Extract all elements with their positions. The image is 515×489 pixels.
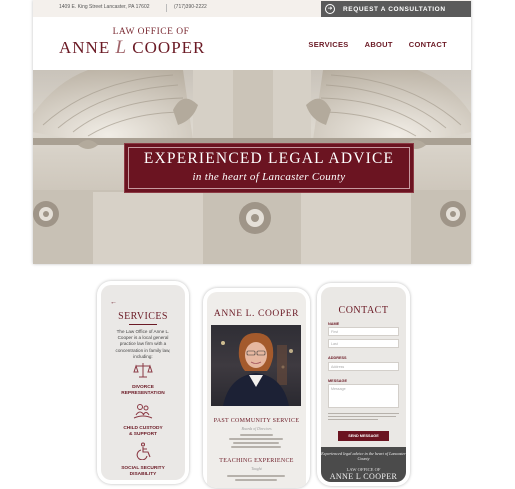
footer-tagline: Experienced legal advice in the heart of… bbox=[321, 451, 406, 462]
services-description: The Law Office of Anne L. Cooper is a lo… bbox=[115, 329, 171, 359]
nav-about[interactable]: ABOUT bbox=[365, 40, 393, 49]
logo-initial: L bbox=[115, 37, 128, 58]
service-disability-label-2: DISABILITY bbox=[129, 472, 157, 477]
community-text bbox=[240, 434, 273, 436]
wheelchair-icon bbox=[101, 442, 185, 464]
teaching-heading: TEACHING EXPERIENCE bbox=[219, 458, 294, 464]
community-text bbox=[233, 442, 279, 444]
phone-services-mockup: ← SERVICES The Law Office of Anne L. Coo… bbox=[97, 281, 189, 484]
community-heading: PAST COMMUNITY SERVICE bbox=[213, 418, 300, 424]
office-phone[interactable]: (717)390-2222 bbox=[174, 4, 207, 10]
message-placeholder: Message bbox=[331, 387, 346, 391]
footer-logo-line2: ANNE L COOPER bbox=[329, 472, 398, 481]
service-divorce-label-2: REPRESENTATION bbox=[121, 391, 165, 396]
service-custody-label-2: & SUPPORT bbox=[129, 432, 157, 437]
address-placeholder: Address bbox=[331, 365, 345, 369]
services-title: SERVICES bbox=[118, 311, 168, 322]
logo-last: COOPER bbox=[132, 38, 206, 57]
office-address: 1409 E. King Street Lancaster, PA 17602 bbox=[59, 4, 150, 10]
community-text bbox=[229, 438, 283, 440]
first-name-placeholder: First bbox=[331, 330, 338, 334]
teaching-text bbox=[235, 479, 277, 481]
teaching-subheading: Taught bbox=[251, 467, 262, 471]
back-arrow-icon[interactable]: ← bbox=[110, 299, 117, 306]
address-field[interactable]: Address bbox=[328, 362, 399, 371]
site-header: LAW OFFICE OF ANNE L COOPER SERVICES ABO… bbox=[33, 17, 471, 70]
logo-line1: LAW OFFICE OF bbox=[112, 27, 190, 37]
site-logo[interactable]: ANNE L COOPER bbox=[59, 37, 205, 59]
service-divorce[interactable]: DIVORCE REPRESENTATION bbox=[101, 361, 185, 397]
community-text bbox=[231, 446, 281, 448]
request-consultation-label: REQUEST A CONSULTATION bbox=[343, 5, 446, 13]
message-label: MESSAGE bbox=[328, 379, 347, 383]
disclaimer-text bbox=[328, 419, 378, 421]
send-message-button[interactable]: SEND MESSAGE bbox=[338, 431, 389, 441]
phone-about-mockup: ANNE L. COOPER PAST COMMUNITY SERVICE Bo… bbox=[203, 288, 310, 488]
service-disability[interactable]: SOCIAL SECURITY DISABILITY bbox=[101, 442, 185, 478]
teaching-text bbox=[227, 475, 285, 477]
address-label: ADDRESS bbox=[328, 356, 347, 360]
logo-first: ANNE bbox=[59, 38, 111, 57]
top-bar: 1409 E. King Street Lancaster, PA 17602 … bbox=[33, 0, 471, 17]
hero-banner: EXPERIENCED LEGAL ADVICE in the heart of… bbox=[124, 143, 414, 193]
scales-heart-icon bbox=[101, 361, 185, 383]
nav-services[interactable]: SERVICES bbox=[308, 40, 348, 49]
desktop-mockup: 1409 E. King Street Lancaster, PA 17602 … bbox=[33, 0, 471, 264]
services-screen: ← SERVICES The Law Office of Anne L. Coo… bbox=[101, 285, 185, 480]
disclaimer-text bbox=[328, 416, 396, 418]
contact-screen: CONTACT NAME First Last ADDRESS Address … bbox=[321, 287, 406, 482]
phone-contact-mockup: CONTACT NAME First Last ADDRESS Address … bbox=[317, 283, 410, 486]
contact-footer: Experienced legal advice in the heart of… bbox=[321, 447, 406, 482]
first-name-field[interactable]: First bbox=[328, 327, 399, 336]
nav-contact[interactable]: CONTACT bbox=[409, 40, 447, 49]
service-custody[interactable]: CHILD CUSTODY & SUPPORT bbox=[101, 402, 185, 438]
topbar-divider bbox=[166, 4, 167, 12]
hero-title: EXPERIENCED LEGAL ADVICE bbox=[143, 150, 395, 167]
community-subheading: Boards of Directors bbox=[241, 427, 272, 431]
contact-title: CONTACT bbox=[338, 305, 389, 316]
hero-section: EXPERIENCED LEGAL ADVICE in the heart of… bbox=[33, 70, 471, 264]
arrow-circle-icon: ➜ bbox=[325, 4, 335, 14]
main-nav: SERVICES ABOUT CONTACT bbox=[308, 40, 447, 49]
attorney-photo bbox=[211, 325, 301, 406]
about-screen: ANNE L. COOPER PAST COMMUNITY SERVICE Bo… bbox=[207, 292, 306, 488]
last-name-placeholder: Last bbox=[331, 342, 338, 346]
family-hands-icon bbox=[101, 402, 185, 424]
last-name-field[interactable]: Last bbox=[328, 339, 399, 348]
hero-subtitle: in the heart of Lancaster County bbox=[192, 171, 346, 183]
title-divider bbox=[129, 324, 157, 325]
request-consultation-button[interactable]: ➜ REQUEST A CONSULTATION bbox=[321, 1, 471, 17]
name-label: NAME bbox=[328, 322, 340, 326]
disclaimer-text bbox=[328, 413, 399, 415]
attorney-name: ANNE L. COOPER bbox=[213, 309, 300, 319]
message-field[interactable]: Message bbox=[328, 384, 399, 408]
